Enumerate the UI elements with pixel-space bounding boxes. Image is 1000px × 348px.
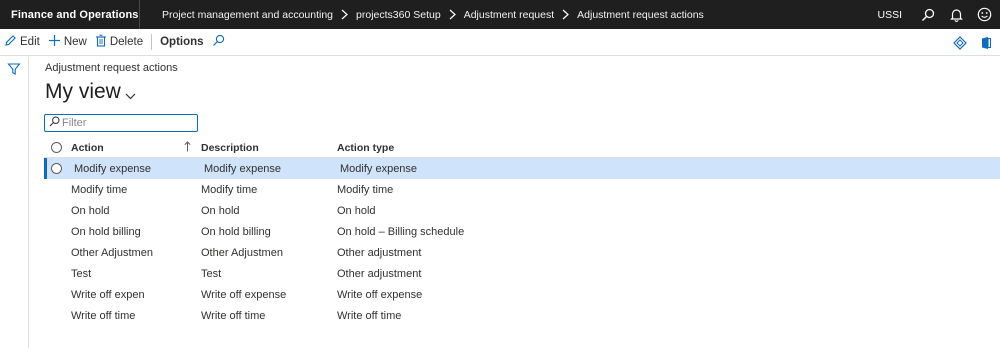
plus-icon bbox=[48, 34, 64, 50]
smiley-icon[interactable] bbox=[972, 3, 996, 27]
row-select-radio[interactable] bbox=[47, 163, 72, 174]
column-header-description[interactable]: Description bbox=[197, 142, 333, 154]
breadcrumb-item-setup[interactable]: projects360 Setup bbox=[356, 9, 441, 21]
search-icon[interactable] bbox=[916, 3, 940, 27]
cell-description[interactable]: Test bbox=[197, 268, 333, 280]
cell-action-type[interactable]: Modify time bbox=[333, 184, 633, 196]
cell-action[interactable]: Write off time bbox=[69, 310, 197, 322]
filter-input-box[interactable] bbox=[44, 114, 198, 132]
breadcrumb: Project management and accounting projec… bbox=[140, 0, 704, 29]
delete-button[interactable]: Delete bbox=[91, 29, 147, 56]
select-all-radio[interactable] bbox=[44, 142, 69, 153]
cell-action-type[interactable]: Other adjustment bbox=[333, 268, 633, 280]
chevron-right-icon bbox=[449, 9, 456, 20]
table-row[interactable]: Modify time Modify time Modify time bbox=[44, 179, 1000, 200]
breadcrumb-item-module[interactable]: Project management and accounting bbox=[162, 9, 333, 21]
action-separator bbox=[151, 34, 153, 50]
filter-icon[interactable] bbox=[7, 62, 21, 76]
top-nav-bar: Finance and Operations Project managemen… bbox=[0, 0, 1000, 29]
page-caption: Adjustment request actions bbox=[45, 62, 178, 74]
action-search-button[interactable] bbox=[208, 29, 232, 56]
cell-description[interactable]: Write off time bbox=[197, 310, 333, 322]
column-header-action[interactable]: Action bbox=[69, 140, 197, 155]
office-icon[interactable] bbox=[976, 33, 996, 53]
edit-button[interactable]: Edit bbox=[0, 29, 44, 56]
cell-action-type[interactable]: On hold – Billing schedule bbox=[333, 226, 633, 238]
cell-description[interactable]: Write off expense bbox=[197, 289, 333, 301]
cell-action[interactable]: On hold billing bbox=[69, 226, 197, 238]
cell-action[interactable]: On hold bbox=[69, 205, 197, 217]
search-icon bbox=[212, 34, 228, 50]
cell-action[interactable]: Modify time bbox=[69, 184, 197, 196]
action-pane: Edit New Delete Options bbox=[0, 29, 1000, 56]
diamond-icon[interactable] bbox=[950, 33, 970, 53]
edit-icon bbox=[4, 34, 20, 50]
bell-icon[interactable] bbox=[944, 3, 968, 27]
column-header-action-label: Action bbox=[71, 141, 104, 154]
cell-description[interactable]: Modify expense bbox=[200, 163, 336, 175]
table-row[interactable]: On hold billing On hold billing On hold … bbox=[44, 221, 1000, 242]
cell-action-type[interactable]: Write off expense bbox=[333, 289, 633, 301]
cell-description[interactable]: On hold billing bbox=[197, 226, 333, 238]
sort-up-icon bbox=[184, 140, 191, 155]
new-button[interactable]: New bbox=[44, 29, 91, 56]
column-header-action-type[interactable]: Action type bbox=[333, 142, 633, 154]
cell-action[interactable]: Modify expense bbox=[72, 163, 200, 175]
table-row[interactable]: Other Adjustmen Other Adjustmen Other ad… bbox=[44, 242, 1000, 263]
new-label: New bbox=[63, 36, 87, 48]
cell-action-type[interactable]: Modify expense bbox=[336, 163, 636, 175]
breadcrumb-item-current[interactable]: Adjustment request actions bbox=[577, 9, 704, 21]
cell-action[interactable]: Write off expen bbox=[69, 289, 197, 301]
radio-circle bbox=[51, 142, 62, 153]
cell-action[interactable]: Other Adjustmen bbox=[69, 247, 197, 259]
filter-input[interactable] bbox=[62, 117, 192, 129]
radio-circle bbox=[51, 163, 62, 174]
breadcrumb-item-adjustment-request[interactable]: Adjustment request bbox=[464, 9, 554, 21]
chevron-right-icon bbox=[341, 9, 348, 20]
options-tab[interactable]: Options bbox=[156, 29, 207, 56]
view-name: My view bbox=[45, 80, 121, 103]
view-selector[interactable]: My view bbox=[45, 78, 136, 106]
cell-action[interactable]: Test bbox=[69, 268, 197, 280]
chevron-down-icon bbox=[125, 82, 136, 106]
top-right-controls: USSI bbox=[877, 0, 1000, 29]
cell-description[interactable]: Other Adjustmen bbox=[197, 247, 333, 259]
table-row[interactable]: Write off expen Write off expense Write … bbox=[44, 284, 1000, 305]
cell-action-type[interactable]: Write off time bbox=[333, 310, 633, 322]
action-pane-right bbox=[944, 29, 996, 56]
table-row[interactable]: Write off time Write off time Write off … bbox=[44, 305, 1000, 326]
cell-description[interactable]: On hold bbox=[197, 205, 333, 217]
company-picker[interactable]: USSI bbox=[877, 9, 902, 21]
cell-action-type[interactable]: Other adjustment bbox=[333, 247, 633, 259]
app-name[interactable]: Finance and Operations bbox=[0, 0, 140, 29]
filter-pane bbox=[0, 57, 29, 348]
actions-grid: Action Description Action type Modify ex… bbox=[44, 138, 1000, 326]
cell-action-type[interactable]: On hold bbox=[333, 205, 633, 217]
search-icon bbox=[49, 114, 60, 132]
grid-header: Action Description Action type bbox=[44, 138, 1000, 158]
delete-label: Delete bbox=[109, 36, 144, 48]
trash-icon bbox=[95, 34, 110, 50]
chevron-right-icon bbox=[562, 9, 570, 20]
table-row[interactable]: Modify expense Modify expense Modify exp… bbox=[44, 158, 1000, 179]
table-row[interactable]: Test Test Other adjustment bbox=[44, 263, 1000, 284]
edit-label: Edit bbox=[20, 36, 40, 48]
table-row[interactable]: On hold On hold On hold bbox=[44, 200, 1000, 221]
cell-description[interactable]: Modify time bbox=[197, 184, 333, 196]
